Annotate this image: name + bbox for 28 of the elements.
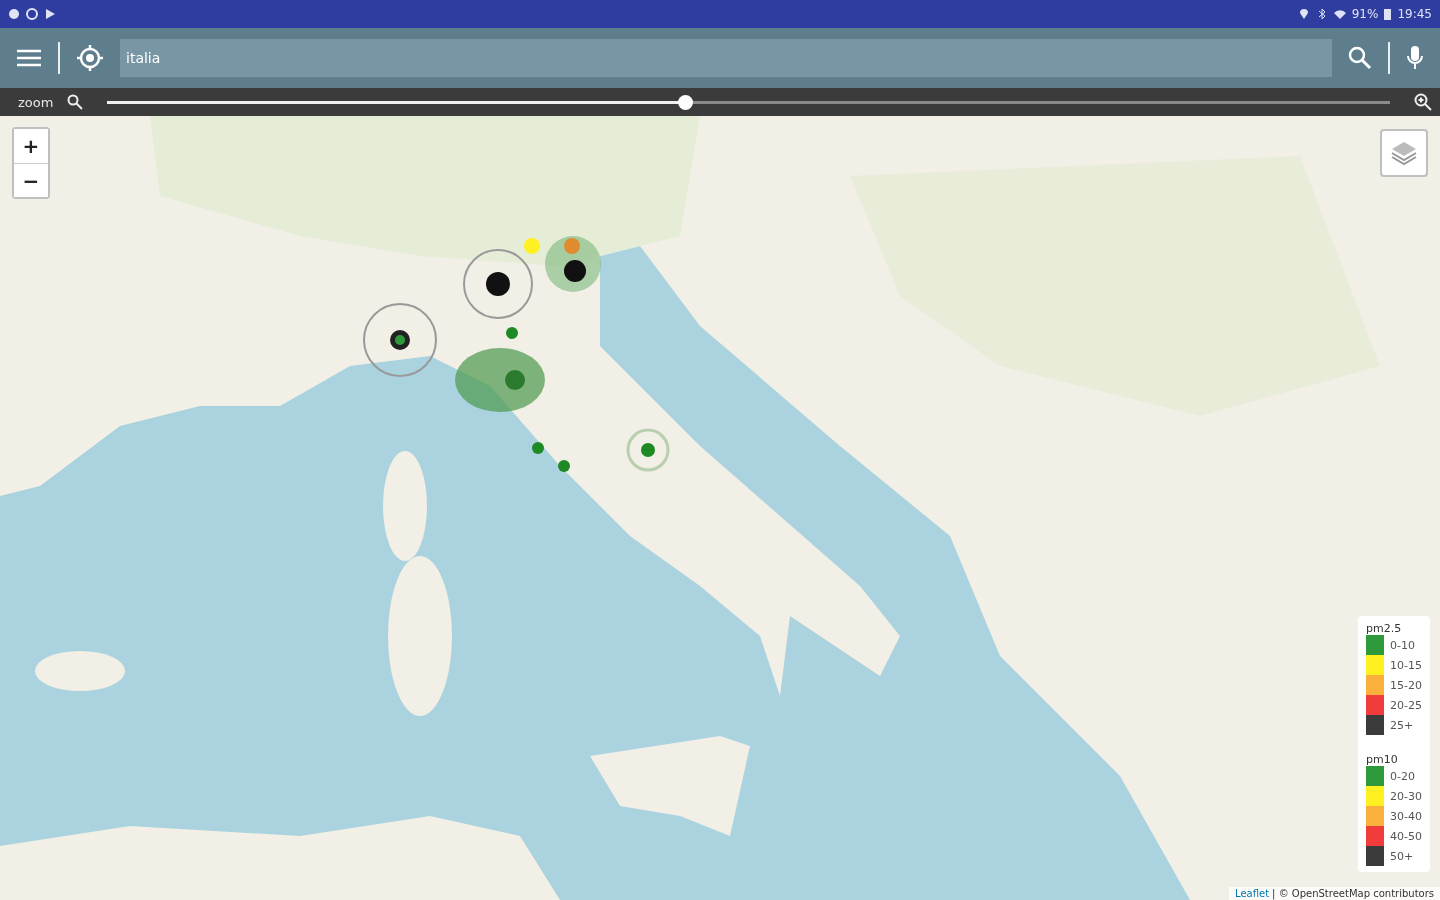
clock-time: 19:45	[1397, 7, 1432, 21]
legend-label: 0-20	[1390, 769, 1415, 783]
zoom-label: zoom	[18, 94, 54, 110]
zoom-out-icon	[67, 94, 84, 110]
legend-title: pm2.5	[1366, 622, 1403, 635]
app-icon	[8, 8, 20, 20]
slider-thumb[interactable]	[677, 94, 693, 110]
layers-icon	[1390, 140, 1418, 166]
location-icon	[1297, 8, 1310, 20]
zoom-out-button[interactable]: −	[14, 163, 48, 197]
legend-label: 20-25	[1390, 698, 1422, 712]
legend-label: 40-50	[1390, 829, 1422, 843]
legend-label: 20-30	[1390, 789, 1422, 803]
play-icon	[44, 8, 56, 20]
zoom-in-icon	[1414, 93, 1432, 111]
layers-button[interactable]	[1380, 129, 1428, 177]
attribution-text: | © OpenStreetMap contributors	[1272, 888, 1434, 899]
legend-title: pm10	[1366, 753, 1399, 766]
legend-label: 50+	[1390, 849, 1414, 863]
legend-label: 0-10	[1390, 638, 1415, 652]
legend-label: 10-15	[1390, 658, 1422, 672]
legend-label: 15-20	[1390, 678, 1422, 692]
leaflet-link[interactable]: Leaflet	[1235, 888, 1270, 899]
battery-icon	[1384, 8, 1392, 20]
battery-percent: 91%	[1351, 7, 1379, 21]
legend-label: 25+	[1390, 718, 1414, 732]
legend-label: 30-40	[1390, 809, 1422, 823]
wifi-icon	[1333, 8, 1346, 20]
